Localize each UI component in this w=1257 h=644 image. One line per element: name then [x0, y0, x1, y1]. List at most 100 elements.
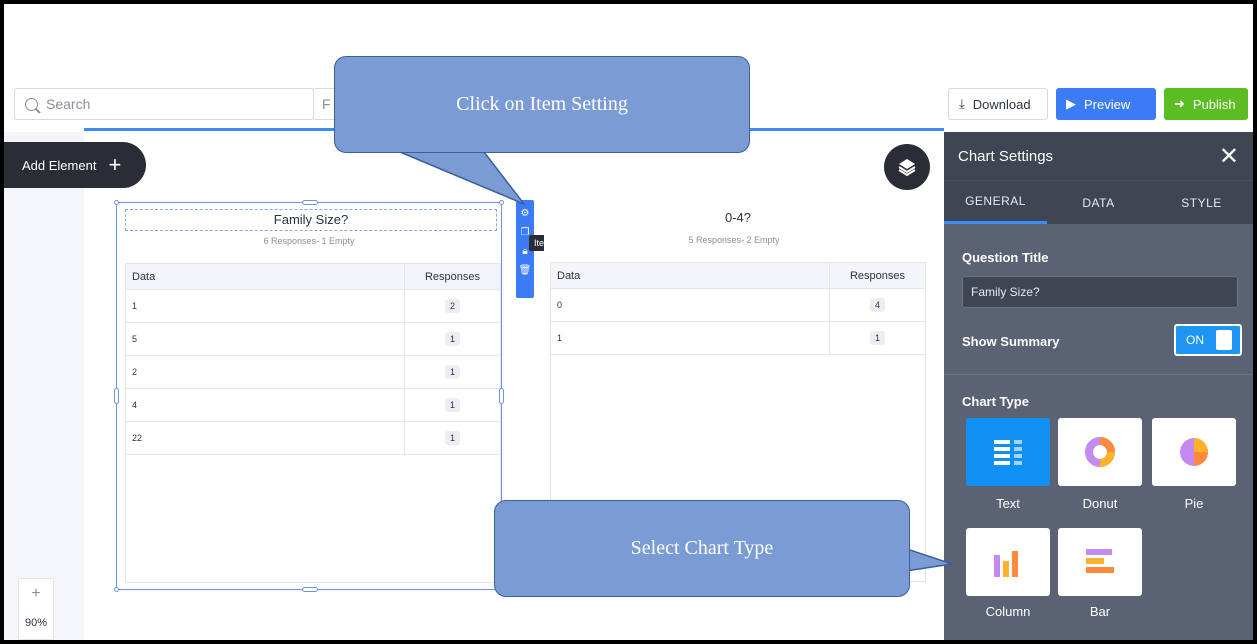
resize-handle-right[interactable]	[499, 388, 504, 404]
chart-type-text[interactable]	[966, 418, 1050, 486]
layers-button[interactable]	[884, 144, 930, 190]
close-icon[interactable]: ✕	[1219, 142, 1239, 171]
table-row: 1 2	[126, 290, 500, 323]
table-header: Data Responses	[551, 263, 925, 289]
table-row: 4 1	[126, 389, 500, 422]
row-data: 2	[132, 367, 138, 377]
trash-icon[interactable]: 🗑︎	[519, 265, 532, 276]
row-responses-cell: 1	[404, 422, 500, 454]
card-subtitle: 5 Responses- 2 Empty	[688, 235, 780, 245]
question-title-label: Question Title	[962, 250, 1049, 265]
chart-type-column-label: Column	[985, 604, 1031, 619]
show-summary-label: Show Summary	[962, 334, 1060, 349]
table-row: 2 1	[126, 356, 500, 389]
table-row: 1 1	[551, 322, 925, 355]
chart-type-pie[interactable]	[1152, 418, 1236, 486]
count-badge: 1	[444, 332, 460, 346]
report-card-family-size[interactable]: Family Size? 6 Responses- 1 Empty Data R…	[114, 200, 504, 592]
resize-handle-left[interactable]	[114, 388, 119, 404]
column-header-data: Data	[557, 269, 581, 282]
lock-icon[interactable]: 🔒︎	[522, 246, 527, 257]
count-badge: 1	[869, 331, 885, 345]
chart-type-donut-label: Donut	[1082, 496, 1118, 511]
chart-type-donut[interactable]	[1058, 418, 1142, 486]
zoom-value: 90%	[24, 617, 48, 629]
show-summary-toggle[interactable]: ON	[1174, 324, 1242, 356]
row-data: 1	[557, 333, 563, 343]
column-header-responses: Responses	[404, 264, 500, 289]
count-badge: 2	[444, 299, 460, 313]
chart-type-pie-label: Pie	[1184, 496, 1204, 511]
table-row: 0 4	[551, 289, 925, 322]
row-responses-cell: 1	[404, 323, 500, 355]
add-element-button[interactable]: Add Element +	[4, 142, 146, 188]
preview-button[interactable]: ▶ Preview	[1056, 88, 1156, 120]
column-header-responses: Responses	[829, 263, 925, 288]
divider	[944, 374, 1253, 375]
row-data: 22	[132, 433, 143, 443]
panel-tabs: GENERAL DATA STYLE	[944, 180, 1253, 224]
publish-label: Publish	[1192, 96, 1236, 112]
row-responses-cell: 1	[404, 356, 500, 388]
count-badge: 1	[444, 398, 460, 412]
panel-header: Chart Settings ✕	[944, 132, 1253, 180]
resize-corner[interactable]	[114, 200, 119, 205]
preview-label: Preview	[1084, 96, 1131, 112]
count-badge: 4	[869, 298, 885, 312]
table-row: 22 1	[126, 422, 500, 455]
resize-corner[interactable]	[114, 587, 119, 592]
row-data: 5	[132, 334, 138, 344]
card-subtitle: 6 Responses- 1 Empty	[263, 236, 355, 246]
row-data: 1	[132, 301, 138, 311]
zoom-control: + 90%	[18, 578, 54, 640]
chart-type-text-label: Text	[996, 496, 1020, 511]
row-responses-cell: 1	[829, 322, 925, 354]
pie-chart-icon	[1180, 438, 1208, 466]
tab-style[interactable]: STYLE	[1150, 181, 1253, 224]
publish-button[interactable]: ➜ Publish	[1164, 88, 1248, 120]
add-element-label: Add Element	[22, 157, 97, 173]
play-icon: ▶	[1066, 96, 1076, 111]
download-button[interactable]: ⤓ Download	[948, 88, 1048, 120]
resize-handle-bottom[interactable]	[302, 587, 318, 592]
text-list-icon	[994, 440, 1022, 465]
row-data: 0	[557, 300, 563, 310]
bar-chart-icon	[1086, 549, 1114, 573]
question-title-field[interactable]: Family Size?	[962, 276, 1238, 308]
tab-data[interactable]: DATA	[1047, 181, 1150, 224]
download-label: Download	[972, 96, 1031, 112]
callout-chart-type: Select Chart Type	[494, 500, 910, 597]
toggle-knob	[1216, 330, 1232, 350]
column-chart-icon	[994, 551, 1018, 577]
layers-icon	[898, 159, 916, 177]
app-window: Search F ⤓ Download ▶ Preview ➜ Publish …	[4, 4, 1253, 640]
arrow-right-icon: ➜	[1174, 96, 1185, 111]
resize-handle-top[interactable]	[302, 200, 318, 205]
chart-settings-panel: Chart Settings ✕ GENERAL DATA STYLE Ques…	[944, 132, 1253, 640]
donut-chart-icon	[1085, 437, 1115, 467]
zoom-in-button[interactable]: +	[31, 585, 40, 603]
download-icon: ⤓	[959, 96, 965, 111]
row-responses-cell: 2	[404, 290, 500, 322]
chart-type-label: Chart Type	[962, 394, 1029, 409]
table-header: Data Responses	[126, 264, 500, 290]
search-placeholder: Search	[46, 96, 91, 112]
chart-type-column[interactable]	[966, 528, 1050, 596]
chart-type-bar[interactable]	[1058, 528, 1142, 596]
left-rail	[4, 132, 84, 640]
callout-item-setting: Click on Item Setting	[334, 56, 750, 153]
chart-type-bar-label: Bar	[1089, 604, 1111, 619]
panel-title: Chart Settings	[958, 147, 1054, 165]
response-table: Data Responses 1 2 5 1 2 1 4 1 22 1	[125, 263, 501, 583]
search-icon	[25, 97, 38, 111]
count-badge: 1	[444, 431, 460, 445]
count-badge: 1	[444, 365, 460, 379]
column-header-data: Data	[132, 270, 156, 283]
toggle-state: ON	[1186, 333, 1204, 347]
row-data: 4	[132, 400, 138, 410]
row-responses-cell: 4	[829, 289, 925, 321]
row-responses-cell: 1	[404, 389, 500, 421]
tab-general[interactable]: GENERAL	[944, 181, 1047, 224]
search-input[interactable]: Search	[14, 88, 314, 120]
plus-icon: +	[108, 152, 122, 177]
